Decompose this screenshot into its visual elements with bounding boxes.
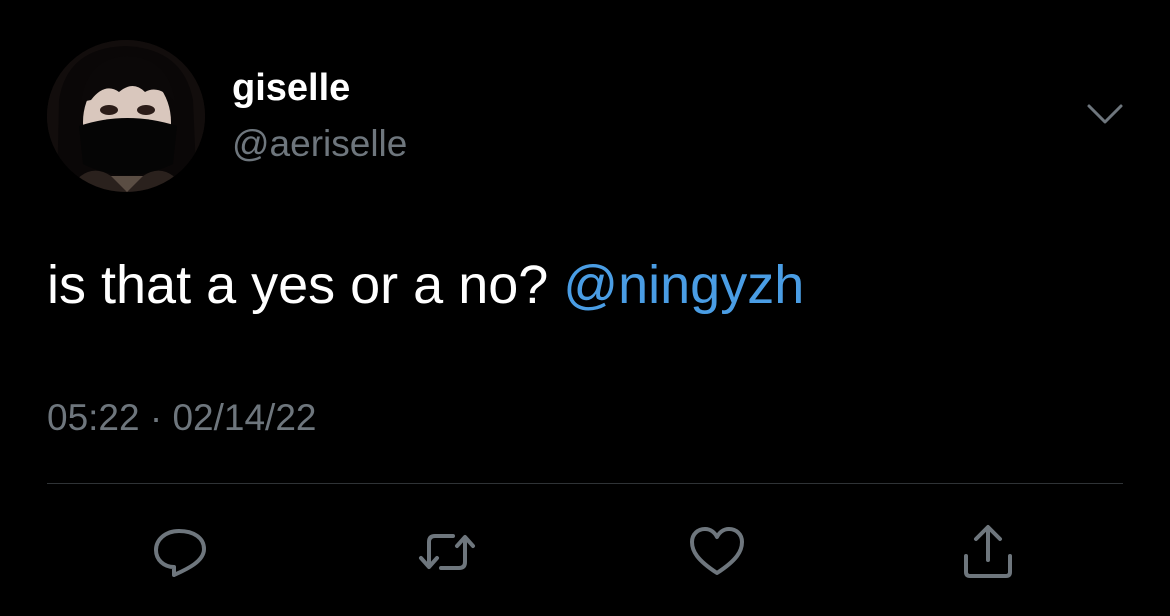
user-handle[interactable]: @aeriselle xyxy=(232,122,407,166)
heart-icon xyxy=(690,527,744,575)
retweet-icon xyxy=(419,534,475,570)
tweet-body: is that a yes or a no? xyxy=(47,255,564,315)
like-button[interactable] xyxy=(687,522,747,582)
tweet-text: is that a yes or a no? @ningyzh xyxy=(47,254,804,316)
reply-icon xyxy=(154,529,206,577)
share-button[interactable] xyxy=(958,522,1018,582)
share-icon xyxy=(964,525,1012,578)
retweet-button[interactable] xyxy=(417,522,477,582)
reply-button[interactable] xyxy=(151,522,211,582)
tweet-timestamp[interactable]: 05:22 · 02/14/22 xyxy=(47,395,317,441)
avatar[interactable] xyxy=(47,40,205,192)
mention-link[interactable]: @ningyzh xyxy=(563,255,804,315)
chevron-down-icon[interactable] xyxy=(1084,96,1126,132)
divider xyxy=(47,483,1123,484)
display-name[interactable]: giselle xyxy=(232,66,350,110)
avatar-photo xyxy=(47,40,205,192)
